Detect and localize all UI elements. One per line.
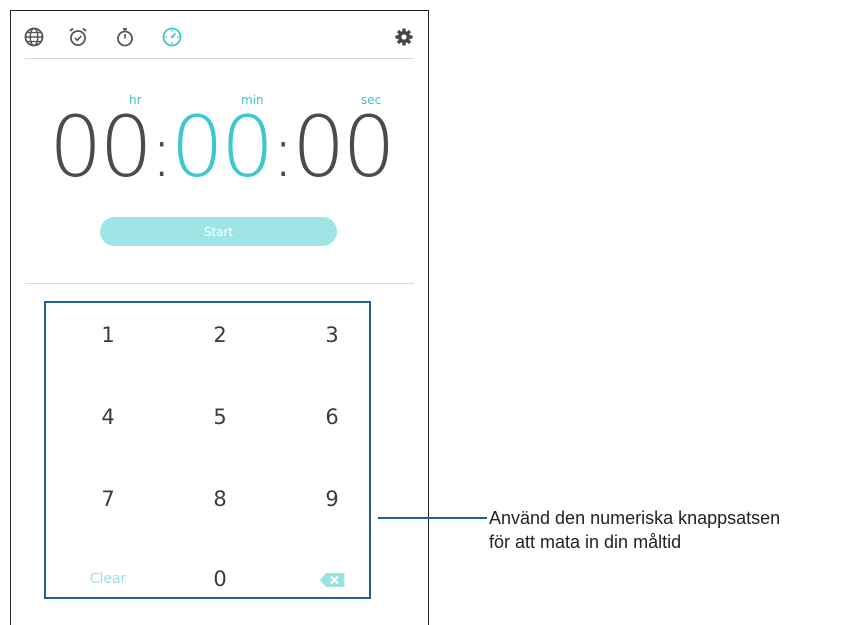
backspace-button[interactable] <box>292 569 372 593</box>
key-2[interactable]: 2 <box>180 323 260 347</box>
clear-button[interactable]: Clear <box>68 571 148 587</box>
callout-connector <box>378 517 406 519</box>
alarm-icon[interactable] <box>67 26 89 48</box>
toolbar <box>11 11 428 59</box>
key-3[interactable]: 3 <box>292 323 372 347</box>
colon-separator: : <box>149 111 174 193</box>
key-6[interactable]: 6 <box>292 405 372 429</box>
colon-separator: : <box>271 111 295 193</box>
toolbar-divider <box>25 58 414 59</box>
key-1[interactable]: 1 <box>68 323 148 347</box>
numeric-keypad: 1 2 3 4 5 6 7 8 9 Clear 0 <box>44 301 371 599</box>
key-9[interactable]: 9 <box>292 487 372 511</box>
stopwatch-icon[interactable] <box>114 26 136 48</box>
key-7[interactable]: 7 <box>68 487 148 511</box>
key-5[interactable]: 5 <box>180 405 260 429</box>
minutes-value[interactable]: 00 <box>170 98 274 196</box>
key-4[interactable]: 4 <box>68 405 148 429</box>
key-8[interactable]: 8 <box>180 487 260 511</box>
seconds-value[interactable]: 00 <box>292 98 396 196</box>
start-button[interactable]: Start <box>100 217 337 246</box>
backspace-icon <box>319 569 345 593</box>
callout-line-1: Använd den numeriska knappsatsen <box>489 508 781 528</box>
callout-leader-line <box>406 517 487 519</box>
world-clock-icon[interactable] <box>23 26 45 48</box>
settings-gear-icon[interactable] <box>393 26 415 48</box>
callout-text: Använd den numeriska knappsatsen för att… <box>489 506 780 554</box>
callout-line-2: för att mata in din måltid <box>489 532 682 552</box>
hours-value[interactable]: 00 <box>49 98 153 196</box>
timer-display: 00:00:00 <box>49 105 396 189</box>
timer-icon[interactable] <box>161 26 183 48</box>
keypad-divider <box>25 283 414 284</box>
key-0[interactable]: 0 <box>180 567 260 591</box>
